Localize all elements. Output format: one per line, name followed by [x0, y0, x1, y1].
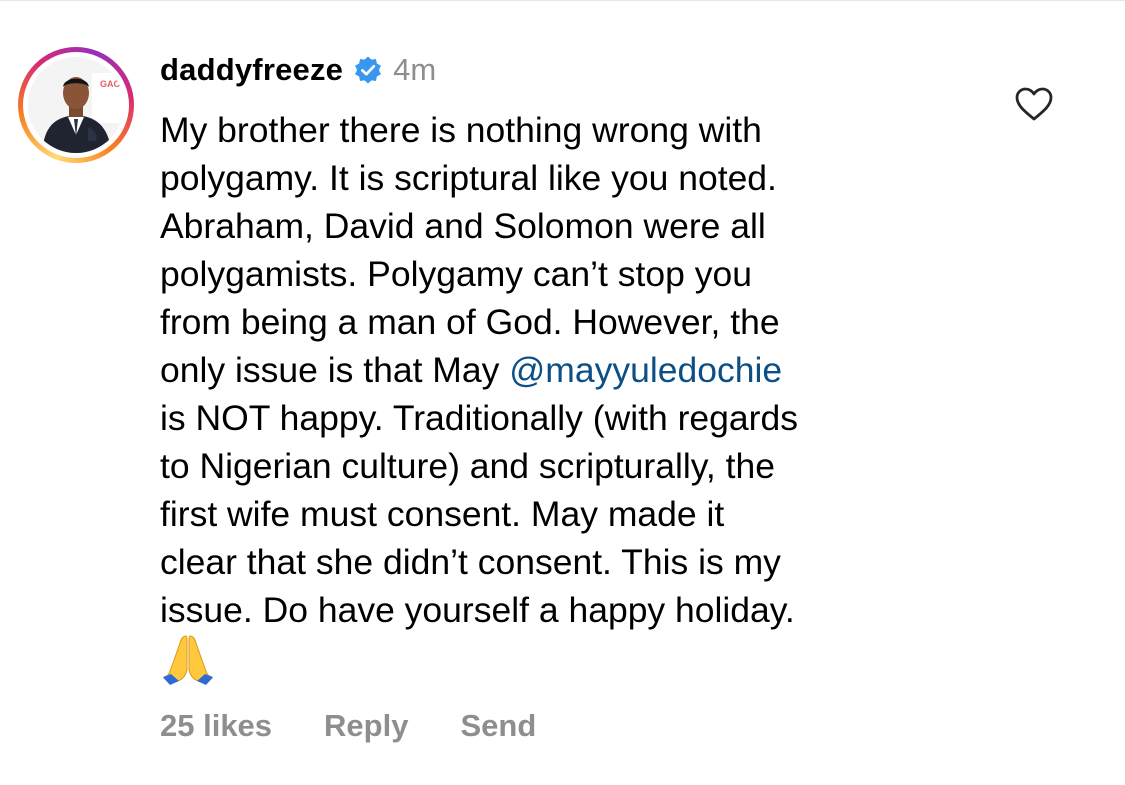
comment-header: daddyfreeze 4m: [160, 52, 436, 88]
reply-button[interactable]: Reply: [324, 708, 408, 744]
username-link[interactable]: daddyfreeze: [160, 52, 343, 88]
profile-photo-icon: GACK: [28, 57, 124, 153]
comment-text: My brother there is nothing wrong with p…: [160, 106, 960, 634]
comment-line: is NOT happy. Traditionally (with regard…: [160, 398, 798, 438]
comment-item: GACK daddyfreeze 4m My brother there is …: [0, 0, 1125, 785]
comment-line: Abraham, David and Solomon were all: [160, 206, 766, 246]
send-button[interactable]: Send: [460, 708, 536, 744]
comment-actions: 25 likes Reply Send: [160, 704, 536, 748]
folded-hands-emoji-icon: [163, 635, 213, 685]
heart-outline-icon[interactable]: [1014, 86, 1054, 122]
comment-line: to Nigerian culture) and scripturally, t…: [160, 446, 775, 486]
comment-line: only issue is that May: [160, 350, 510, 390]
comment-line: from being a man of God. However, the: [160, 302, 780, 342]
comment-line: polygamy. It is scriptural like you note…: [160, 158, 777, 198]
avatar-story-ring[interactable]: GACK: [18, 47, 134, 163]
avatar[interactable]: GACK: [28, 57, 124, 153]
comment-line: first wife must consent. May made it: [160, 494, 725, 534]
comment-line: clear that she didn’t consent. This is m…: [160, 542, 781, 582]
comment-line: My brother there is nothing wrong with: [160, 110, 762, 150]
svg-text:GACK: GACK: [100, 79, 124, 89]
comment-timestamp: 4m: [393, 52, 437, 87]
avatar-ring-gap: GACK: [23, 52, 129, 158]
comment-line: polygamists. Polygamy can’t stop you: [160, 254, 752, 294]
comment-line: issue. Do have yourself a happy holiday.: [160, 590, 795, 630]
mention-link[interactable]: @mayyuledochie: [509, 350, 782, 390]
likes-count-button[interactable]: 25 likes: [160, 708, 272, 744]
verified-badge-icon: [355, 56, 382, 84]
